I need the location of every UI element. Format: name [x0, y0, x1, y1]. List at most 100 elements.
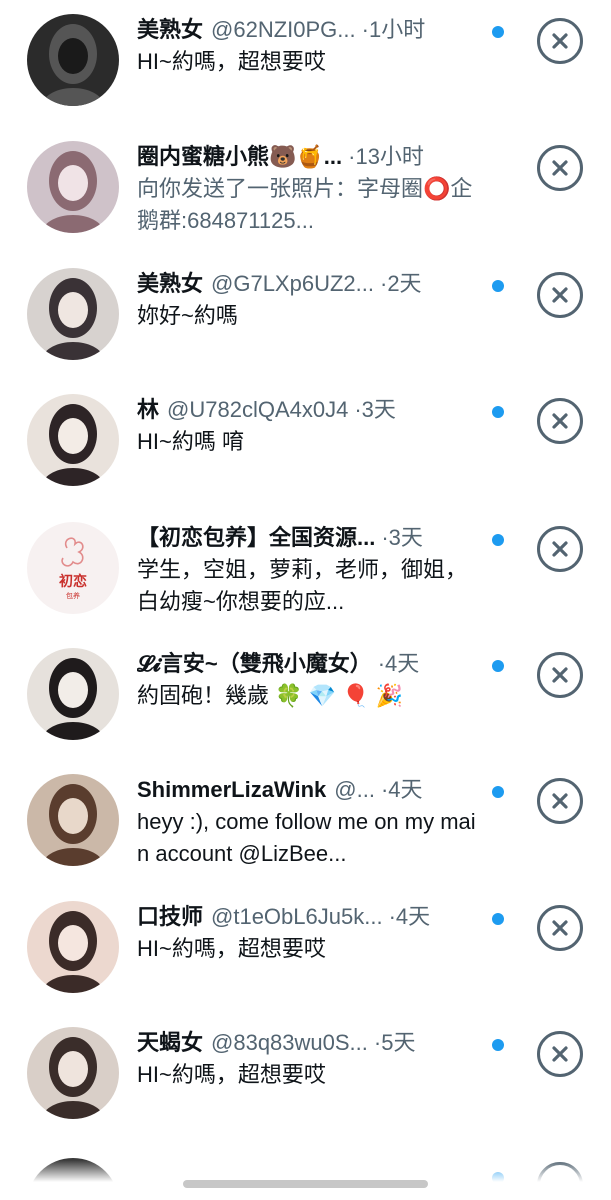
close-icon — [552, 793, 568, 809]
sender-name[interactable]: 【初恋包养】全国资源... — [137, 522, 375, 554]
dismiss-button[interactable] — [537, 905, 583, 951]
unread-dot-icon — [492, 280, 504, 292]
close-icon — [552, 287, 568, 303]
dismiss-button[interactable] — [537, 145, 583, 191]
list-item[interactable]: 美熟女 @62NZI0PG... · 1小时 HI~約嗎，超想要哎 — [0, 8, 611, 134]
sender-handle: @... — [334, 777, 375, 802]
list-item[interactable]: ShimmerLizaWink @... · 4天 heyy :), come foll… — [0, 768, 611, 894]
sender-line: 林 @U782clQA4x0J4 · 3天 — [137, 394, 477, 426]
separator-dot: · — [379, 271, 388, 296]
list-item[interactable]: 𝓛𝓲言安~（雙飛小魔女） · 4天 約固砲！幾歲 🍀 💎 🎈 🎉 — [0, 642, 611, 768]
sender-name[interactable]: ShimmerLizaWink — [137, 774, 326, 806]
avatar[interactable] — [27, 774, 119, 866]
separator-dot: · — [380, 777, 389, 802]
separator-dot: · — [388, 904, 396, 929]
avatar[interactable] — [27, 1027, 119, 1119]
message-preview[interactable]: 約固砲！幾歲 🍀 💎 🎈 🎉 — [137, 680, 477, 712]
list-item[interactable]: 天蝎女 @83q83wu0S... · 5天 HI~約嗎，超想要哎 — [0, 1021, 611, 1147]
sender-line: 美熟女 @62NZI0PG... · 1小时 — [137, 14, 477, 46]
message-content: 口技师 @t1eObL6Ju5k... · 4天 HI~約嗎，超想要哎 — [137, 901, 477, 965]
unread-dot-icon — [492, 406, 504, 418]
timestamp: 2天 — [387, 271, 422, 296]
avatar[interactable] — [27, 268, 119, 360]
sender-name[interactable]: 林 — [137, 394, 159, 426]
sender-name[interactable]: 美熟女 — [137, 14, 203, 46]
sender-handle: @83q83wu0S... — [211, 1030, 368, 1055]
unread-dot-icon — [492, 534, 504, 546]
sender-line: 𝓛𝓲言安~（雙飛小魔女） · 4天 — [137, 648, 477, 680]
timestamp: 5天 — [381, 1030, 416, 1055]
message-content: 【初恋包养】全国资源... · 3天 学生，空姐，萝莉，老师，御姐，白幼瘦~你想要的应… — [137, 522, 477, 618]
unread-dot-icon — [492, 786, 504, 798]
message-content: 𝓛𝓲言安~（雙飛小魔女） · 4天 約固砲！幾歲 🍀 💎 🎈 🎉 — [137, 648, 477, 712]
sender-name[interactable]: 天蝎女 — [137, 1027, 203, 1059]
message-preview[interactable]: HI~約嗎，超想要哎 — [137, 1059, 477, 1091]
message-preview[interactable]: 妳好~約嗎 — [137, 300, 477, 332]
sender-line: 圈内蜜糖小熊🐻🍯... · 13小时 — [137, 141, 477, 173]
message-content: 林 @U782clQA4x0J4 · 3天 HI~約嗎 唷 — [137, 394, 477, 458]
message-content: 美熟女 @62NZI0PG... · 1小时 HI~約嗎，超想要哎 — [137, 14, 477, 78]
home-indicator — [183, 1180, 428, 1188]
list-item[interactable]: 美熟女 @G7LXp6UZ2... · 2天妳好~約嗎 — [0, 262, 611, 388]
sender-handle: @62NZI0PG... — [211, 17, 356, 42]
sender-name[interactable]: 𝓛𝓲言安~（雙飛小魔女） — [137, 648, 372, 680]
dismiss-button[interactable] — [537, 652, 583, 698]
avatar-logo[interactable]: 初恋 包养 — [27, 522, 119, 614]
unread-dot-icon — [492, 660, 504, 672]
sender-line: 口技师 @t1eObL6Ju5k... · 4天 — [137, 901, 477, 933]
separator-dot: · — [354, 397, 362, 422]
list-item[interactable]: 口技师 @t1eObL6Ju5k... · 4天 HI~約嗎，超想要哎 — [0, 895, 611, 1021]
list-item[interactable]: 初恋 包养 【初恋包养】全国资源... · 3天 学生，空姐，萝莉，老师，御姐，白幼瘦… — [0, 516, 611, 642]
avatar[interactable] — [27, 141, 119, 233]
timestamp: 4天 — [385, 651, 420, 676]
separator-dot: · — [381, 525, 389, 550]
message-content: 美熟女 @G7LXp6UZ2... · 2天妳好~約嗎 — [137, 268, 477, 332]
sender-name[interactable]: 美熟女 — [137, 268, 203, 300]
sender-handle: @U782clQA4x0J4 — [167, 397, 349, 422]
sender-handle: @t1eObL6Ju5k... — [211, 904, 383, 929]
sender-line: ShimmerLizaWink @... · 4天 — [137, 774, 477, 806]
close-icon — [552, 667, 568, 683]
sender-line: 美熟女 @G7LXp6UZ2... · 2天 — [137, 268, 477, 300]
close-icon — [552, 413, 568, 429]
dismiss-button[interactable] — [537, 526, 583, 572]
unread-dot-icon — [492, 913, 504, 925]
avatar-logo-subtext: 包养 — [66, 591, 80, 600]
sender-line: 天蝎女 @83q83wu0S... · 5天 — [137, 1027, 477, 1059]
close-icon — [552, 541, 568, 557]
sender-name[interactable]: 圈内蜜糖小熊🐻🍯... — [137, 141, 342, 173]
separator-dot: · — [377, 651, 386, 676]
avatar[interactable] — [27, 394, 119, 486]
timestamp: 1小时 — [368, 17, 426, 42]
list-item[interactable]: 林 @U782clQA4x0J4 · 3天 HI~約嗎 唷 — [0, 388, 611, 514]
timestamp: 3天 — [361, 397, 396, 422]
message-preview[interactable]: HI~約嗎，超想要哎 — [137, 933, 477, 965]
dismiss-button[interactable] — [537, 398, 583, 444]
message-preview[interactable]: HI~約嗎，超想要哎 — [137, 46, 477, 78]
sender-handle: @G7LXp6UZ2... — [211, 271, 374, 296]
timestamp: 4天 — [395, 904, 431, 929]
message-preview[interactable]: 学生，空姐，萝莉，老师，御姐，白幼瘦~你想要的应... — [137, 554, 477, 618]
message-preview[interactable]: HI~約嗎 唷 — [137, 426, 477, 458]
message-preview[interactable]: 向你发送了一张照片：字母圈⭕企鹅群:684871125... — [137, 173, 477, 237]
close-icon — [552, 920, 568, 936]
message-preview[interactable]: heyy :), come follow me on my main accou… — [137, 806, 477, 870]
unread-dot-icon — [492, 26, 504, 38]
close-icon — [552, 1046, 568, 1062]
avatar[interactable] — [27, 648, 119, 740]
message-content: ShimmerLizaWink @... · 4天 heyy :), come foll… — [137, 774, 477, 870]
dismiss-button[interactable] — [537, 272, 583, 318]
avatar[interactable] — [27, 901, 119, 993]
sender-name[interactable]: 口技师 — [137, 901, 203, 933]
avatar[interactable] — [27, 14, 119, 106]
list-item[interactable]: 圈内蜜糖小熊🐻🍯... · 13小时 向你发送了一张照片：字母圈⭕企鹅群:684871… — [0, 135, 611, 261]
separator-dot: · — [373, 1030, 382, 1055]
separator-dot: · — [361, 17, 369, 42]
dismiss-button[interactable] — [537, 18, 583, 64]
message-content: 天蝎女 @83q83wu0S... · 5天 HI~約嗎，超想要哎 — [137, 1027, 477, 1091]
unread-dot-icon — [492, 1039, 504, 1051]
dismiss-button[interactable] — [537, 1031, 583, 1077]
close-icon — [552, 33, 568, 49]
dismiss-button[interactable] — [537, 778, 583, 824]
sender-line: 【初恋包养】全国资源... · 3天 — [137, 522, 477, 554]
